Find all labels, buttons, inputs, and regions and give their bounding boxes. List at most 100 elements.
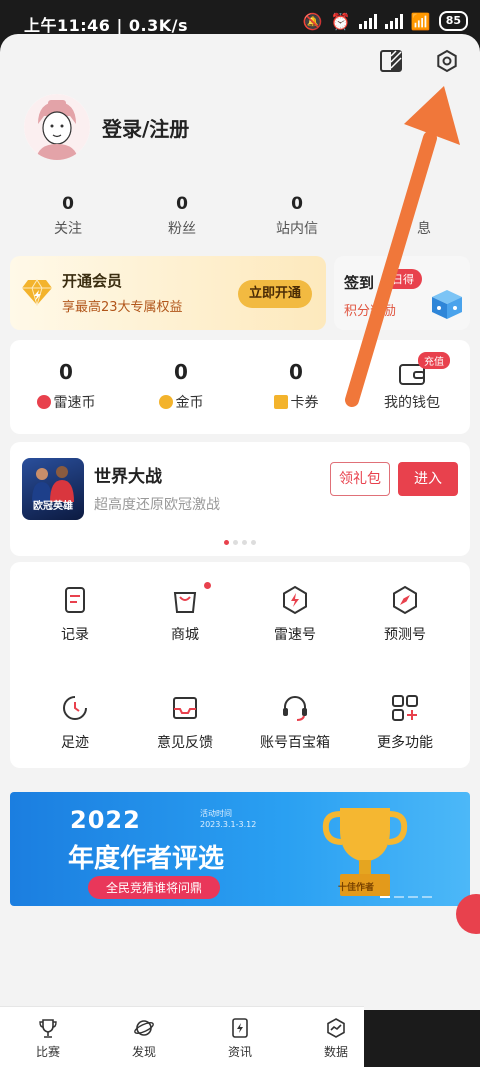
wallet-value: 0 <box>289 360 303 384</box>
status-time: 上午11:46 | 0.3K/s <box>24 16 189 35</box>
trophy-icon <box>39 1019 57 1038</box>
bottom-tab-bar: 比赛 发现 资讯 数据 <box>0 1006 364 1067</box>
wallet-value: 0 <box>59 360 73 384</box>
function-account-toolbox[interactable]: 账号百宝箱 <box>240 692 350 752</box>
vip-card[interactable]: 开通会员 享最高23大专属权益 立即开通 <box>10 256 326 330</box>
feedback-inbox-icon <box>173 697 197 719</box>
leisu-coin-icon <box>36 395 51 409</box>
status-icons: 🔕 ⏰ 📶 85 <box>303 11 468 31</box>
stat-following[interactable]: 0 关注 <box>28 194 108 238</box>
banner-indicator <box>380 896 432 898</box>
function-label: 足迹 <box>61 735 89 751</box>
function-shop[interactable]: 商城 <box>130 582 240 644</box>
stat-label: 息 <box>417 221 431 237</box>
wallet-gold-coin[interactable]: 0 金币 <box>131 360 231 412</box>
game-name: 世界大战 <box>94 467 162 487</box>
default-avatar-icon <box>24 94 90 160</box>
stat-inbox[interactable]: 0 站内信 <box>257 194 337 238</box>
stat-label: 站内信 <box>276 221 318 237</box>
wallet-label: 雷速币 <box>53 395 96 411</box>
stat-label: 关注 <box>54 221 82 237</box>
banner-dot <box>380 896 390 898</box>
stat-value: 0 <box>291 194 303 214</box>
author-award-banner[interactable]: 2022 活动时间 2023.3.1-3.12 年度作者评选 全民竞猜谁将问鼎 … <box>10 792 470 906</box>
game-card[interactable]: 欧冠英雄 世界大战 超高度还原欧冠激战 领礼包 进入 <box>10 442 470 556</box>
carousel-dot <box>242 540 247 545</box>
tab-news[interactable]: 资讯 <box>210 1017 270 1060</box>
profile-header[interactable]: 登录/注册 <box>24 94 189 160</box>
stat-value <box>384 194 464 214</box>
function-label: 预测号 <box>384 627 426 643</box>
function-history[interactable]: 足迹 <box>20 692 130 752</box>
carousel-dot <box>233 540 238 545</box>
wallet-label-row: 雷速币 <box>16 392 116 412</box>
function-more[interactable]: 更多功能 <box>350 692 460 752</box>
function-feedback[interactable]: 意见反馈 <box>130 692 240 752</box>
wallet-label-row: 卡券 <box>246 392 346 412</box>
wallet-value: 0 <box>174 360 188 384</box>
tab-label: 数据 <box>323 1045 348 1059</box>
stat-value: 0 <box>62 194 74 214</box>
tab-matches[interactable]: 比赛 <box>18 1017 78 1060</box>
record-icon <box>65 587 85 613</box>
carousel-dot <box>251 540 256 545</box>
stat-label: 粉丝 <box>168 221 196 237</box>
signal-icon-2 <box>384 13 403 29</box>
diamond-icon <box>22 279 52 306</box>
history-clock-icon <box>63 696 87 720</box>
news-bolt-icon <box>232 1018 248 1038</box>
wallet-leisu-coin[interactable]: 0 雷速币 <box>16 360 116 412</box>
compass-hexagon-icon <box>393 585 417 615</box>
function-record[interactable]: 记录 <box>20 584 130 644</box>
banner-dot <box>394 896 404 898</box>
banner-time-label: 活动时间 <box>200 809 232 818</box>
wallet-label: 金币 <box>175 395 204 411</box>
corner-shadow <box>364 1010 480 1067</box>
avatar[interactable] <box>24 94 90 160</box>
vip-title: 开通会员 <box>62 272 123 290</box>
my-wallet[interactable]: 我的钱包 <box>362 360 462 412</box>
login-register-link[interactable]: 登录/注册 <box>102 113 189 142</box>
game-thumb-title: 欧冠英雄 <box>33 501 73 512</box>
gift-pack-button[interactable]: 领礼包 <box>330 462 390 496</box>
grid-plus-icon <box>392 695 418 721</box>
vip-subtitle: 享最高23大专属权益 <box>62 300 183 315</box>
gold-coin-icon <box>158 395 173 409</box>
alarm-icon: ⏰ <box>330 11 351 31</box>
function-label: 商城 <box>171 627 199 643</box>
charge-badge: 充值 <box>418 352 450 369</box>
function-leisu-account[interactable]: 雷速号 <box>240 584 350 644</box>
tab-label: 资讯 <box>227 1045 252 1059</box>
function-label: 记录 <box>61 627 89 643</box>
checkin-card[interactable]: 签到 日得 积分奖励 <box>334 256 470 330</box>
function-grid: 记录 商城 雷速号 预测号 足迹 意见反馈 账号百宝箱 更多功能 <box>10 562 470 768</box>
enter-game-button[interactable]: 进入 <box>398 462 458 496</box>
stat-fans[interactable]: 0 粉丝 <box>142 194 222 238</box>
stat-messages[interactable]: 息 <box>384 194 464 238</box>
gift-box-icon <box>432 290 462 319</box>
wallet-coupon[interactable]: 0 卡券 <box>246 360 346 412</box>
banner-time-range: 2023.3.1-3.12 <box>200 820 257 829</box>
settings-gear-icon[interactable] <box>434 48 460 74</box>
my-page: 登录/注册 0 关注 0 粉丝 0 站内信 息 开通会员 享最高23大专属权益 … <box>0 34 480 1067</box>
headset-icon <box>283 696 307 721</box>
new-dot <box>204 582 211 589</box>
wallet-label: 卡券 <box>290 395 319 411</box>
coupon-icon <box>273 395 288 409</box>
function-label: 雷速号 <box>274 627 316 643</box>
tab-label: 比赛 <box>35 1045 60 1059</box>
theme-toggle-icon[interactable] <box>378 48 404 74</box>
signal-icon <box>358 13 377 29</box>
checkin-subtitle: 积分奖励 <box>344 304 397 319</box>
function-predict-account[interactable]: 预测号 <box>350 584 460 644</box>
carousel-indicator <box>224 540 256 545</box>
banner-cta[interactable]: 全民竞猜谁将问鼎 <box>88 876 221 899</box>
tab-data[interactable]: 数据 <box>306 1017 366 1060</box>
tab-discover[interactable]: 发现 <box>114 1017 174 1060</box>
open-vip-button[interactable]: 立即开通 <box>238 280 312 308</box>
checkin-badge: 日得 <box>384 269 422 289</box>
checkin-title: 签到 <box>344 274 375 292</box>
data-chart-icon <box>327 1018 345 1038</box>
game-thumbnail[interactable]: 欧冠英雄 <box>22 458 84 520</box>
shop-bag-icon <box>173 592 197 613</box>
